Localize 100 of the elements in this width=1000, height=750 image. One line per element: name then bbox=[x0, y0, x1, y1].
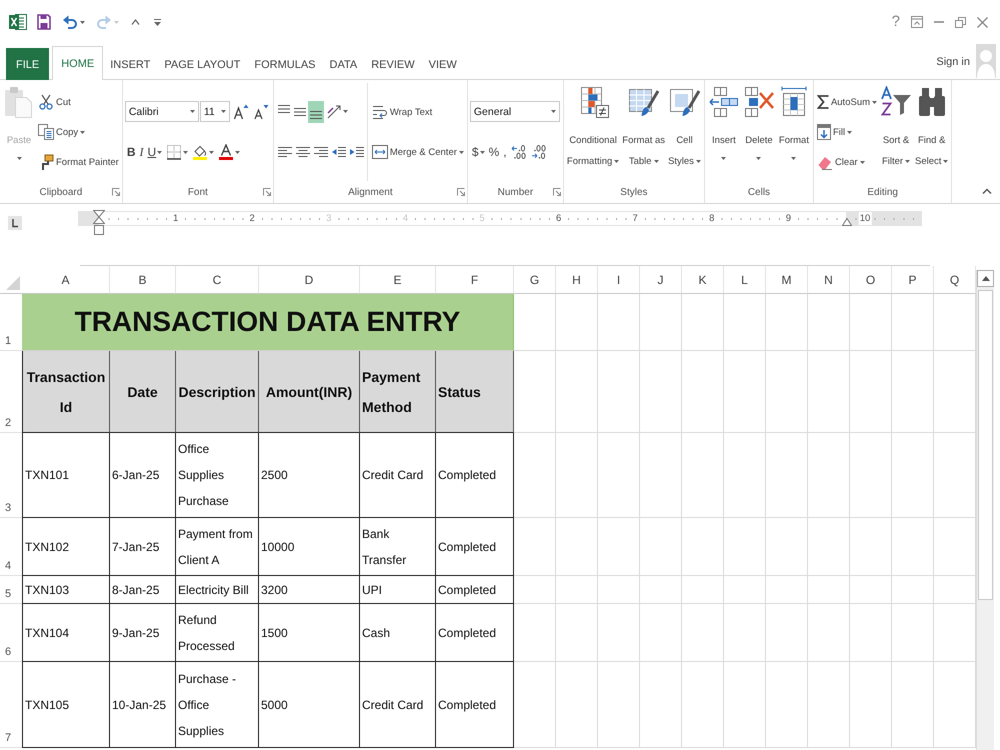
dialog-launcher-icon[interactable] bbox=[552, 188, 561, 196]
font-size-dropdown[interactable]: 11 bbox=[200, 101, 230, 122]
cut-button[interactable]: Cut bbox=[37, 91, 120, 113]
copy-button[interactable]: Copy bbox=[37, 121, 120, 143]
percent-button[interactable]: % bbox=[486, 141, 502, 164]
table-cell: 7-Jan-25 bbox=[110, 518, 176, 576]
autosum-button[interactable]: AutoSum bbox=[816, 91, 878, 113]
caret-icon bbox=[183, 150, 188, 154]
column-header[interactable]: J bbox=[640, 266, 682, 294]
align-left-icon bbox=[278, 147, 292, 158]
empty-cell bbox=[892, 518, 934, 576]
close-icon[interactable] bbox=[977, 16, 988, 28]
group-label: Clipboard bbox=[40, 186, 82, 198]
empty-cell bbox=[808, 576, 850, 604]
chevron-up-icon bbox=[131, 19, 140, 25]
empty-cell bbox=[640, 518, 682, 576]
collapse-ribbon-icon[interactable] bbox=[982, 188, 992, 194]
empty-cell bbox=[766, 294, 808, 351]
table-cell: Completed bbox=[436, 576, 514, 604]
restore-icon[interactable] bbox=[955, 16, 966, 28]
column-header[interactable]: H bbox=[556, 266, 598, 294]
right-indent-marker-icon[interactable] bbox=[842, 218, 852, 226]
row-header[interactable]: 3 bbox=[0, 433, 22, 518]
empty-cell bbox=[766, 576, 808, 604]
format-button[interactable]: Format bbox=[776, 83, 811, 181]
empty-cell bbox=[556, 294, 598, 351]
row-header[interactable]: 6 bbox=[0, 604, 22, 662]
tab-stop-icon[interactable] bbox=[8, 216, 22, 230]
dialog-launcher-icon[interactable] bbox=[262, 188, 271, 196]
indent-marker-icon[interactable] bbox=[93, 210, 105, 235]
table-cell: Credit Card bbox=[360, 433, 436, 518]
caret-icon bbox=[80, 130, 86, 134]
dialog-launcher-icon[interactable] bbox=[456, 188, 465, 196]
scrollbar-track[interactable] bbox=[976, 270, 994, 750]
column-header[interactable]: P bbox=[892, 266, 934, 294]
underline-button[interactable]: U bbox=[146, 141, 164, 164]
table-cell: Completed bbox=[436, 433, 514, 518]
font-shrink-icon bbox=[252, 104, 269, 120]
empty-cell bbox=[724, 294, 766, 351]
paint-bucket-icon bbox=[192, 144, 208, 160]
table-cell: TXN105 bbox=[22, 662, 110, 748]
format-painter-button[interactable]: Format Painter bbox=[37, 151, 120, 173]
caret-icon bbox=[16, 156, 22, 160]
currency-button[interactable]: $ bbox=[470, 141, 487, 164]
customize-menu-icon[interactable] bbox=[154, 18, 161, 26]
italic-button[interactable]: I bbox=[138, 141, 146, 164]
ribbon-tab[interactable]: PAGE LAYOUT bbox=[157, 48, 248, 80]
empty-cell bbox=[556, 604, 598, 662]
ribbon-tab[interactable]: REVIEW bbox=[364, 48, 422, 80]
insert-button[interactable]: Insert bbox=[706, 83, 741, 181]
sign-in-link[interactable]: Sign in bbox=[936, 56, 970, 78]
row-header[interactable]: 4 bbox=[0, 518, 22, 576]
comma-style-button[interactable]: , bbox=[501, 141, 509, 164]
wrap-text-button[interactable]: Wrap Text bbox=[370, 101, 465, 123]
fill-button[interactable]: Fill bbox=[816, 121, 878, 143]
cell-styles-button[interactable]: Cell Styles bbox=[667, 83, 702, 181]
angled-text-icon bbox=[326, 104, 342, 120]
caret-icon bbox=[80, 20, 85, 24]
undo-button[interactable] bbox=[63, 15, 85, 29]
empty-cell bbox=[556, 576, 598, 604]
number-format-dropdown[interactable]: General bbox=[470, 101, 560, 122]
dialog-launcher-icon[interactable] bbox=[112, 188, 120, 196]
font-grow-icon bbox=[232, 104, 249, 120]
bottom-align-button[interactable] bbox=[308, 100, 324, 123]
ribbon-tab[interactable]: HOME bbox=[52, 46, 104, 80]
column-header[interactable]: N bbox=[808, 266, 850, 294]
ribbon-tab[interactable]: DATA bbox=[322, 48, 364, 80]
font-name-dropdown[interactable]: Calibri bbox=[124, 101, 199, 122]
find-select-button[interactable]: Find & Select bbox=[914, 83, 950, 181]
touch-mode-button[interactable] bbox=[131, 19, 140, 25]
conditional-formatting-button[interactable]: Conditional Formatting bbox=[566, 83, 620, 181]
merge-center-button[interactable]: Merge & Center bbox=[370, 141, 465, 163]
bold-button[interactable]: B bbox=[124, 141, 138, 164]
table-cell: UPI bbox=[360, 576, 436, 604]
file-tab[interactable]: FILE bbox=[6, 48, 50, 80]
outdent-icon bbox=[332, 147, 346, 158]
column-header[interactable]: K bbox=[682, 266, 724, 294]
table-cell: 3200 bbox=[259, 576, 360, 604]
table-cell: Completed bbox=[436, 518, 514, 576]
sort-filter-button[interactable]: Sort & Filter bbox=[879, 83, 914, 181]
clear-button[interactable]: Clear bbox=[816, 151, 878, 173]
caret-icon bbox=[114, 20, 119, 24]
column-header[interactable]: L bbox=[724, 266, 766, 294]
row-header[interactable]: 5 bbox=[0, 576, 22, 604]
row-header[interactable]: 7 bbox=[0, 662, 22, 748]
table-cell: 5000 bbox=[259, 662, 360, 748]
column-header[interactable]: I bbox=[598, 266, 640, 294]
delete-button[interactable]: Delete bbox=[742, 83, 776, 181]
save-button[interactable] bbox=[37, 14, 51, 30]
column-header[interactable]: M bbox=[766, 266, 808, 294]
format-as-table-button[interactable]: Format as Table bbox=[621, 83, 666, 181]
ribbon-tab[interactable]: INSERT bbox=[103, 48, 158, 80]
ribbon-tab[interactable]: VIEW bbox=[422, 48, 464, 80]
scissors-icon bbox=[38, 94, 54, 110]
scrollbar-thumb[interactable] bbox=[978, 290, 993, 600]
ribbon-tab[interactable]: FORMULAS bbox=[247, 48, 323, 80]
column-header[interactable]: G bbox=[514, 266, 556, 294]
empty-cell bbox=[850, 604, 892, 662]
column-header[interactable]: O bbox=[850, 266, 892, 294]
scroll-up-button[interactable] bbox=[977, 270, 994, 287]
